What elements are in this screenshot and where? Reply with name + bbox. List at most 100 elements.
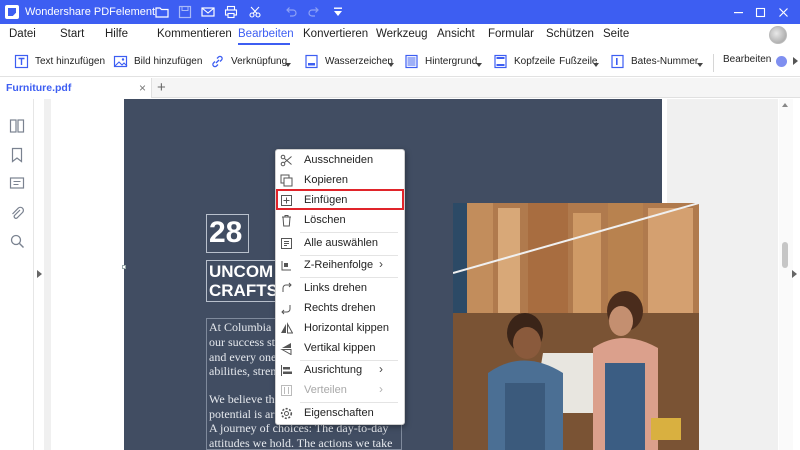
highlight-frame bbox=[276, 189, 404, 210]
menu-item-label: Kopieren bbox=[304, 174, 349, 186]
distribute-icon bbox=[280, 384, 293, 397]
gear-icon bbox=[280, 407, 293, 420]
menu-start[interactable]: Start bbox=[60, 28, 84, 40]
add-image-button[interactable]: Bild hinzufügen bbox=[113, 54, 202, 69]
redo-icon[interactable] bbox=[307, 5, 321, 19]
toolbar-divider bbox=[713, 54, 714, 72]
right-panel-arrow-icon[interactable] bbox=[792, 270, 797, 278]
headline-line-1: UNCOM bbox=[209, 262, 274, 281]
menu-item-align[interactable]: Ausrichtung › bbox=[276, 361, 404, 381]
scroll-up-arrow-icon[interactable] bbox=[782, 103, 788, 107]
background-icon bbox=[405, 54, 418, 69]
background-button[interactable]: Hintergrund bbox=[404, 54, 477, 69]
watermark-dropdown-icon[interactable] bbox=[388, 63, 394, 67]
bates-dropdown-icon[interactable] bbox=[697, 63, 703, 67]
menu-item-copy[interactable]: Kopieren bbox=[276, 171, 404, 191]
quick-access-dropdown-icon[interactable] bbox=[331, 5, 345, 19]
maximize-button[interactable] bbox=[752, 4, 768, 20]
close-button[interactable] bbox=[775, 4, 791, 20]
watermark-button[interactable]: Wasserzeichen bbox=[304, 54, 393, 69]
minimize-button[interactable] bbox=[730, 4, 746, 20]
add-text-button[interactable]: Text hinzufügen bbox=[14, 54, 105, 69]
menu-item-delete[interactable]: Löschen bbox=[276, 211, 404, 231]
menu-bearbeiten[interactable]: Bearbeiten bbox=[238, 28, 294, 40]
save-icon[interactable] bbox=[178, 5, 192, 19]
link-dropdown-icon[interactable] bbox=[285, 63, 291, 67]
scissors-icon[interactable] bbox=[248, 5, 262, 19]
menu-hilfe[interactable]: Hilfe bbox=[105, 28, 128, 40]
thumbnails-icon[interactable] bbox=[9, 118, 25, 134]
undo-icon[interactable] bbox=[284, 5, 298, 19]
menu-item-cut[interactable]: Ausschneiden bbox=[276, 151, 404, 171]
vertical-scrollbar[interactable] bbox=[779, 99, 793, 450]
tab-bar: Furniture.pdf × + bbox=[0, 78, 800, 98]
folder-icon[interactable] bbox=[155, 5, 169, 19]
menu-item-label: Löschen bbox=[304, 214, 346, 226]
avatar[interactable] bbox=[769, 26, 787, 44]
app-logo-icon bbox=[5, 5, 19, 19]
toolbar-more-arrow-icon[interactable] bbox=[793, 57, 798, 65]
bates-number-button[interactable]: Bates-Nummer bbox=[610, 54, 698, 69]
attachment-icon[interactable] bbox=[9, 205, 25, 221]
active-menu-indicator bbox=[238, 43, 290, 45]
bookmark-icon[interactable] bbox=[9, 147, 25, 163]
new-tab-button[interactable]: + bbox=[157, 79, 166, 96]
menu-kommentieren[interactable]: Kommentieren bbox=[157, 28, 232, 40]
body-line: and every one bbox=[209, 350, 277, 364]
menu-datei[interactable]: Datei bbox=[9, 28, 36, 40]
menu-item-label: Ausschneiden bbox=[304, 154, 374, 166]
submenu-arrow-icon: › bbox=[379, 257, 383, 271]
menu-item-distribute[interactable]: Verteilen › bbox=[276, 381, 404, 401]
link-button[interactable]: Verknüpfung bbox=[210, 54, 287, 69]
menu-formular[interactable]: Formular bbox=[488, 28, 534, 40]
menu-item-label: Rechts drehen bbox=[304, 302, 376, 314]
edit-mode-label: Bearbeiten bbox=[723, 54, 772, 65]
menu-werkzeug[interactable]: Werkzeug bbox=[376, 28, 428, 40]
search-icon[interactable] bbox=[9, 233, 25, 249]
flip-vertical-icon bbox=[280, 342, 293, 356]
add-image-label: Bild hinzufügen bbox=[134, 56, 203, 67]
submenu-arrow-icon: › bbox=[379, 382, 383, 396]
menu-item-rotate-left[interactable]: Links drehen bbox=[276, 279, 404, 299]
watermark-icon bbox=[305, 54, 318, 69]
submenu-arrow-icon: › bbox=[379, 362, 383, 376]
menu-seite[interactable]: Seite bbox=[603, 28, 629, 40]
menu-item-properties[interactable]: Eigenschaften bbox=[276, 404, 404, 424]
scrollbar-thumb[interactable] bbox=[782, 242, 788, 268]
selection-handle[interactable] bbox=[122, 265, 126, 269]
menu-item-z-order[interactable]: Z-Reihenfolge › bbox=[276, 256, 404, 276]
mail-icon[interactable] bbox=[201, 5, 215, 19]
copy-icon bbox=[280, 174, 293, 187]
header-footer-icon bbox=[494, 54, 507, 69]
tab-close-icon[interactable]: × bbox=[139, 81, 146, 95]
menu-item-label: Verteilen bbox=[304, 384, 347, 396]
workshop-photo[interactable] bbox=[453, 203, 699, 450]
menu-item-rotate-right[interactable]: Rechts drehen bbox=[276, 299, 404, 319]
menu-item-select-all[interactable]: Alle auswählen bbox=[276, 234, 404, 254]
menu-ansicht[interactable]: Ansicht bbox=[437, 28, 475, 40]
title-bar: Wondershare PDFelement bbox=[0, 0, 800, 24]
menu-item-label: Ausrichtung bbox=[304, 364, 363, 376]
watermark-label: Wasserzeichen bbox=[325, 56, 393, 67]
header-footer-button[interactable]: Kopfzeile Fußzeile bbox=[493, 54, 598, 69]
print-icon[interactable] bbox=[224, 5, 238, 19]
body-line: potential is ar bbox=[209, 407, 275, 421]
comment-icon[interactable] bbox=[9, 176, 25, 192]
expand-panel-arrow-icon[interactable] bbox=[37, 270, 42, 278]
edit-toggle-icon[interactable] bbox=[776, 56, 787, 67]
menu-konvertieren[interactable]: Konvertieren bbox=[303, 28, 368, 40]
edit-mode-button[interactable]: Bearbeiten bbox=[723, 54, 771, 65]
app-title: Wondershare PDFelement bbox=[25, 6, 156, 18]
footer-label: Fußzeile bbox=[559, 56, 598, 67]
side-panel bbox=[0, 99, 34, 450]
menu-item-flip-horizontal[interactable]: Horizontal kippen bbox=[276, 319, 404, 339]
document-tab[interactable]: Furniture.pdf × bbox=[0, 78, 152, 98]
menu-item-flip-vertical[interactable]: Vertikal kippen bbox=[276, 339, 404, 359]
background-dropdown-icon[interactable] bbox=[476, 63, 482, 67]
menu-schuetzen[interactable]: Schützen bbox=[546, 28, 594, 40]
bates-icon bbox=[611, 54, 624, 69]
link-icon bbox=[212, 55, 223, 68]
header-footer-dropdown-icon[interactable] bbox=[593, 63, 599, 67]
trash-icon bbox=[280, 214, 293, 227]
page-number-heading: 28 bbox=[209, 216, 243, 249]
